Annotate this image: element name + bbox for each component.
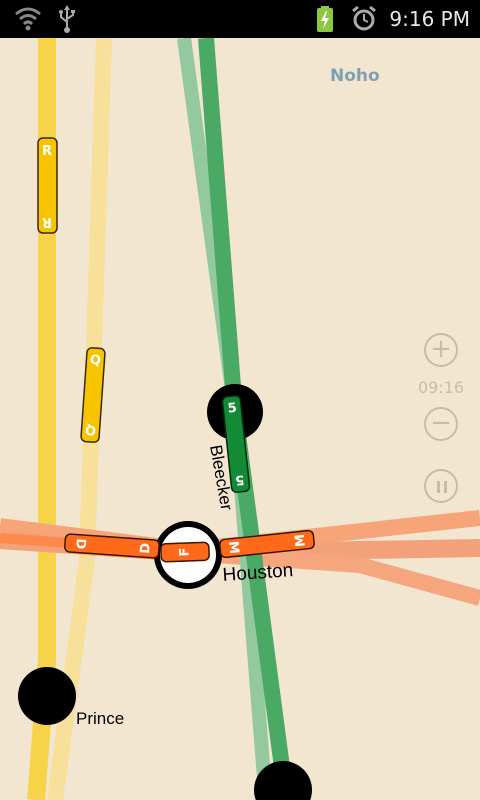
wifi-icon	[15, 7, 41, 31]
train-q-label-bottom: Q	[85, 422, 97, 438]
train-r-label-bottom: R	[42, 214, 52, 229]
alarm-clock-icon	[352, 5, 376, 31]
status-time: 9:16 PM	[389, 7, 470, 31]
pause-icon-bar	[444, 481, 447, 493]
clock-display: 09:16	[418, 378, 465, 397]
neighborhood-label: Noho	[330, 66, 380, 86]
status-bar: 9:16 PM	[0, 0, 480, 38]
pause-icon	[437, 481, 440, 493]
train-f[interactable]: F	[160, 541, 210, 563]
station-label-prince: Prince	[76, 709, 124, 728]
zoom-out-button[interactable]: −	[424, 407, 458, 441]
train-5-label-bottom: 5	[234, 471, 245, 487]
station-prince[interactable]	[18, 667, 76, 725]
train-r-label-top: R	[42, 144, 52, 159]
train-5-label-top: 5	[227, 401, 238, 417]
subway-map[interactable]: Bleecker Houston Prince R R Q Q 5 5 D D	[0, 38, 480, 800]
train-r[interactable]: R R	[37, 137, 58, 234]
train-q[interactable]: Q Q	[80, 347, 106, 443]
pause-button[interactable]	[424, 469, 458, 503]
train-m-label-right: M	[293, 533, 309, 547]
train-d-label-right: D	[138, 542, 154, 554]
usb-icon	[59, 5, 75, 33]
battery-charging-icon	[317, 6, 333, 32]
train-q-label-top: Q	[89, 353, 101, 369]
map-canvas[interactable]: Bleecker Houston Prince R R Q Q 5 5 D D	[0, 38, 480, 800]
train-m-label-left: M	[225, 540, 241, 554]
zoom-in-button[interactable]: +	[424, 333, 458, 367]
station-label-houston: Houston	[222, 560, 294, 586]
train-d-label-left: D	[72, 538, 88, 550]
train-f-label: F	[177, 547, 192, 556]
